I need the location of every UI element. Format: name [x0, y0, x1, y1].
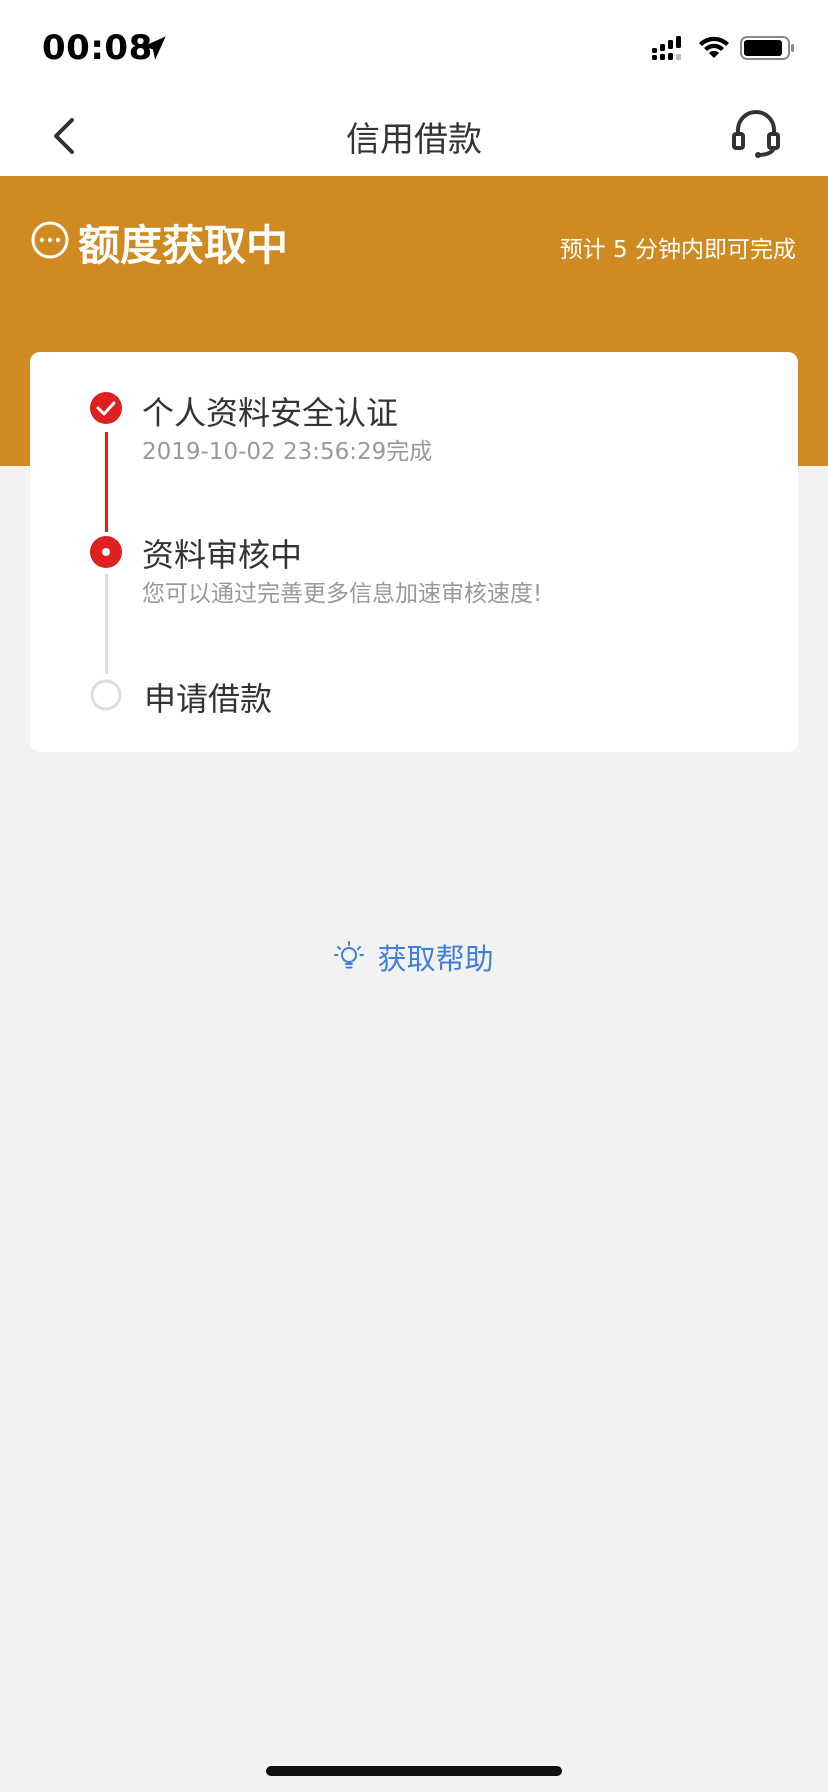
dot-circle-icon: [90, 536, 122, 568]
banner-title: 额度获取中: [78, 221, 289, 270]
nav-bar: 信用借款: [0, 96, 828, 176]
step-connector-done: [105, 432, 108, 532]
headset-icon[interactable]: [730, 108, 782, 160]
step-connector-pending: [105, 574, 108, 674]
step-title: 资料审核中: [142, 536, 303, 574]
help-link[interactable]: 获取帮助: [0, 936, 828, 978]
empty-circle-icon: [90, 679, 122, 711]
step-subtitle: 您可以通过完善更多信息加速审核速度!: [142, 581, 543, 607]
step-subtitle: 2019-10-02 23:56:29完成: [142, 439, 433, 465]
step-title: 个人资料安全认证: [142, 394, 399, 432]
step-title: 申请借款: [144, 680, 273, 718]
battery-icon: [740, 36, 794, 60]
progress-card: 个人资料安全认证 2019-10-02 23:56:29完成 资料审核中 您可以…: [30, 352, 798, 752]
help-link-label[interactable]: 获取帮助: [378, 942, 494, 976]
location-arrow-icon: [142, 36, 166, 60]
lightbulb-icon: [334, 941, 365, 969]
home-indicator: [266, 1766, 562, 1776]
wifi-icon: [699, 36, 729, 58]
more-circle-icon: [31, 221, 69, 259]
status-bar: 00:08: [0, 0, 828, 96]
check-circle-icon: [90, 392, 122, 424]
signal-icon: [652, 36, 681, 60]
page-title: 信用借款: [346, 120, 482, 160]
banner-note: 预计 5 分钟内即可完成: [559, 237, 796, 263]
status-time: 00:08: [42, 28, 153, 68]
